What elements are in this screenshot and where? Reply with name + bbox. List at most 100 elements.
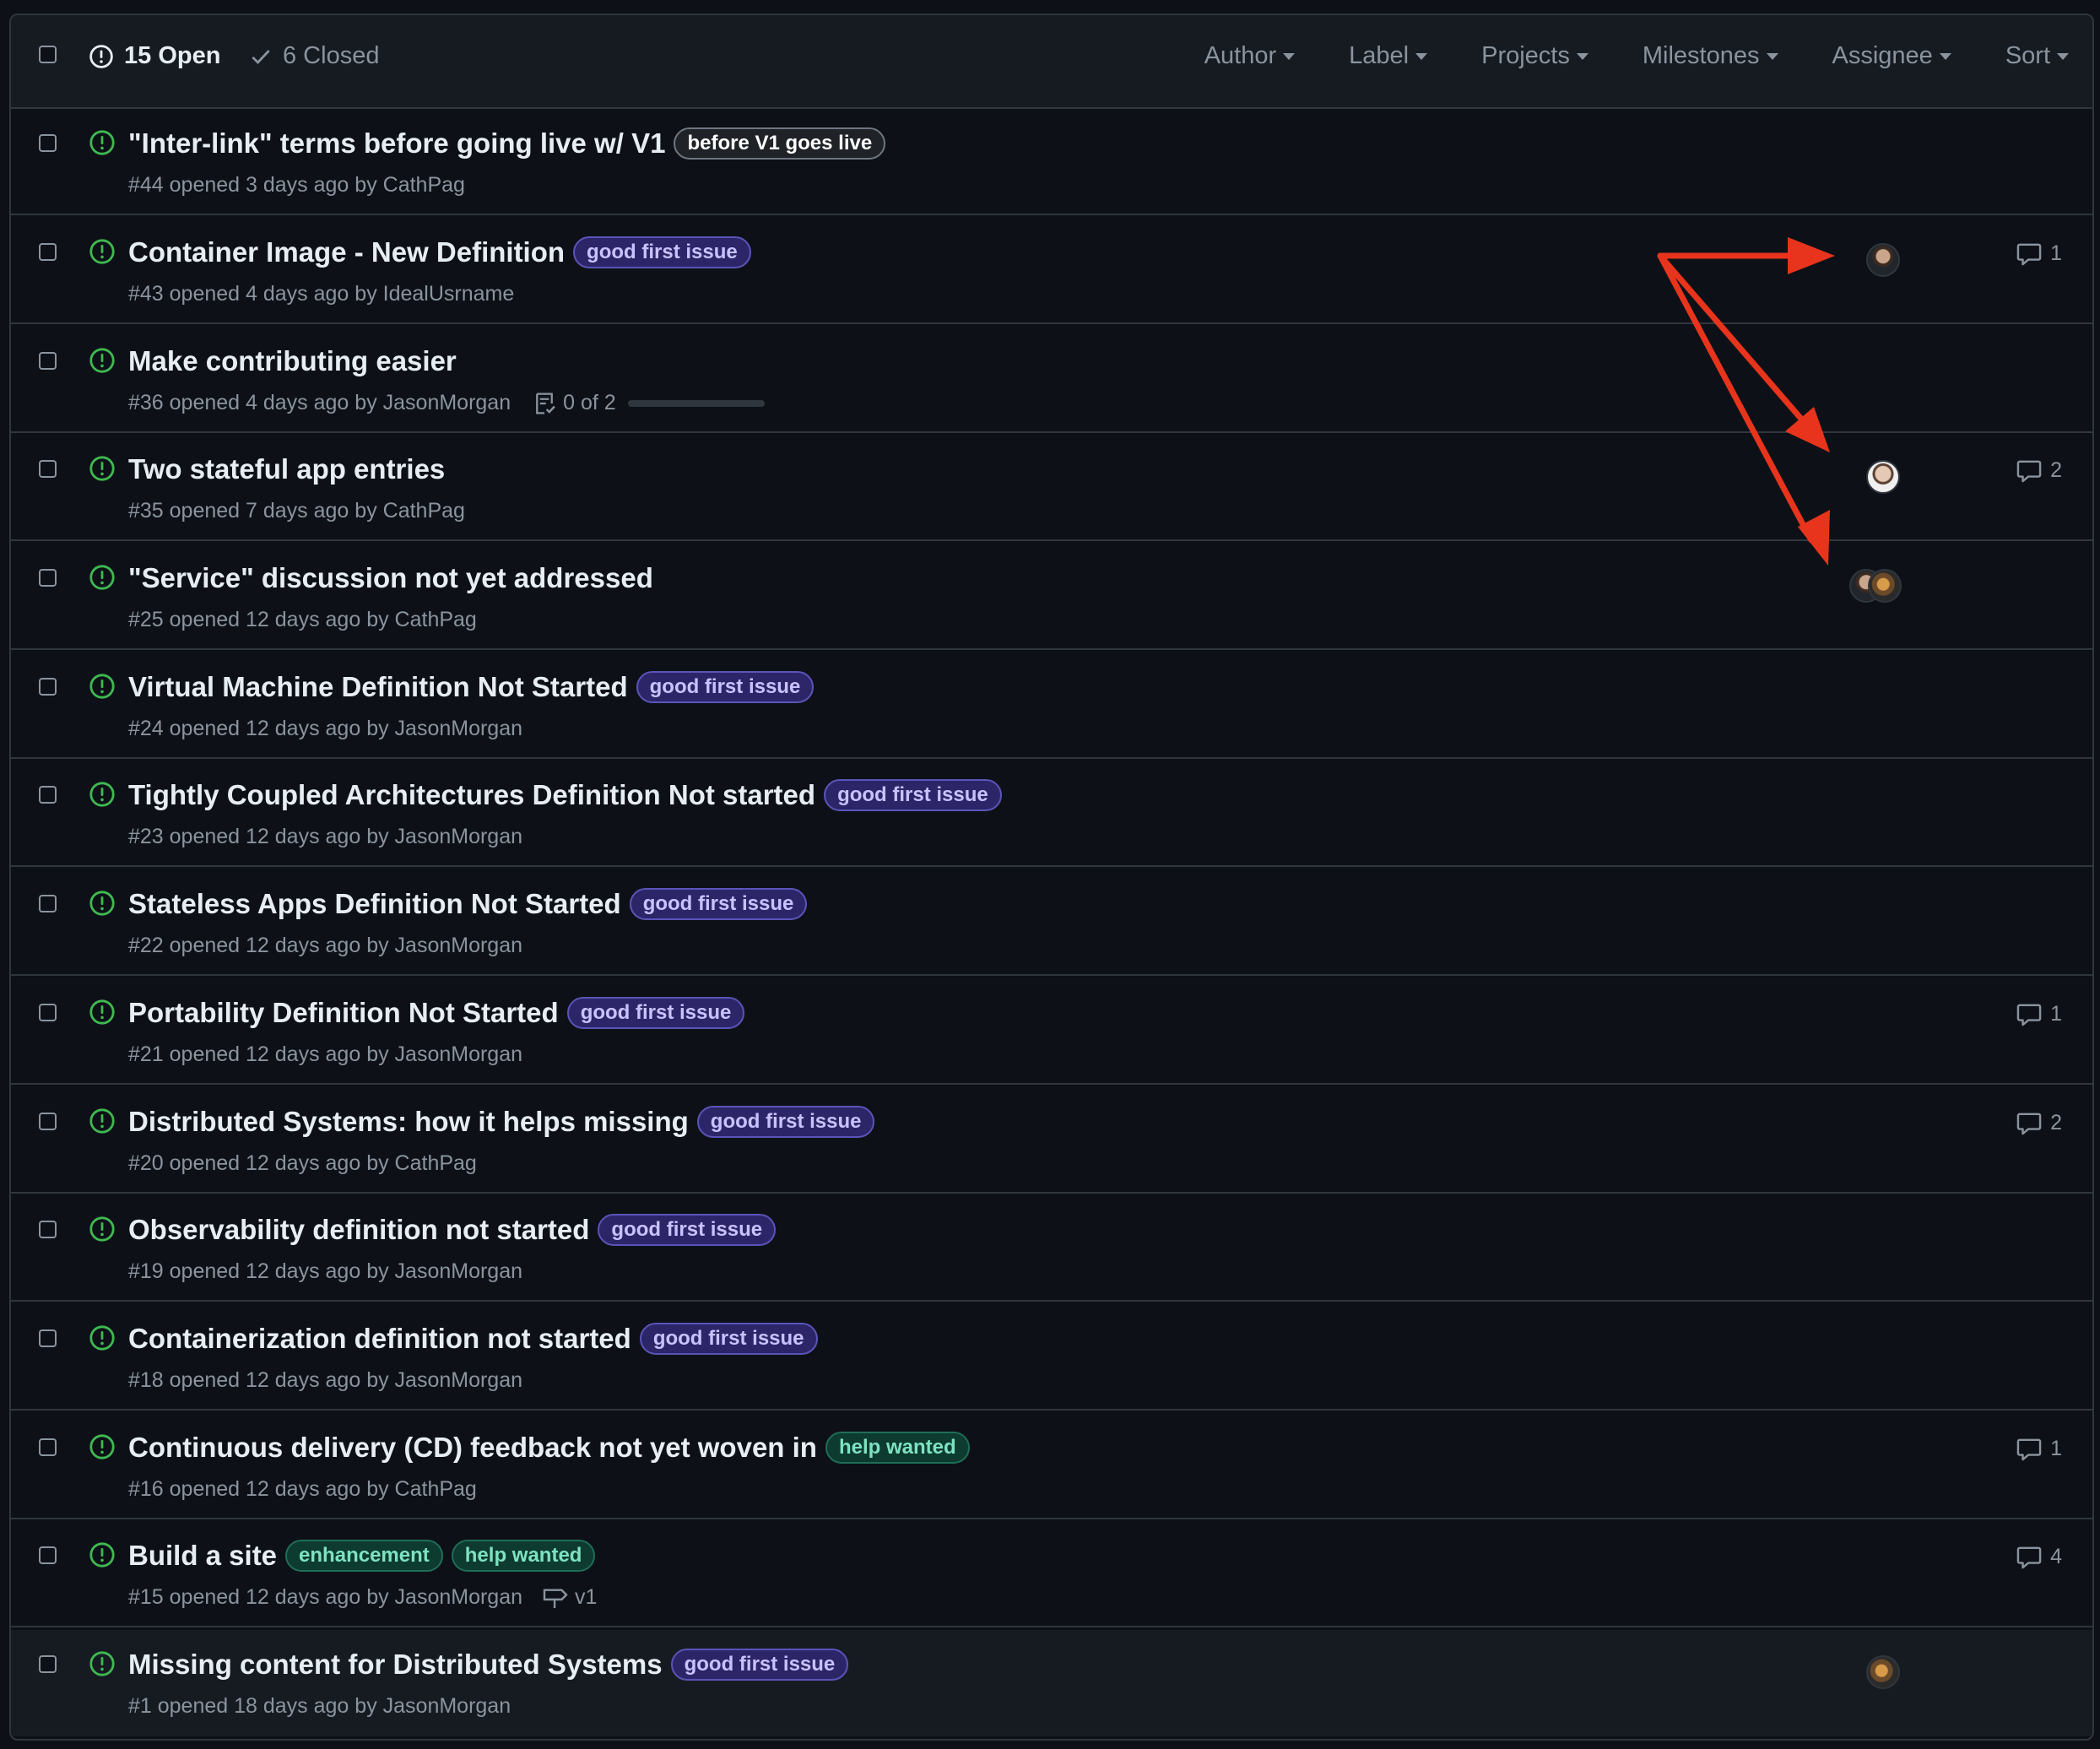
issue-checkbox[interactable] <box>39 1221 57 1238</box>
issue-title-link[interactable]: Continuous delivery (CD) feedback not ye… <box>128 1432 817 1464</box>
issue-meta-text: #23 opened 12 days ago by JasonMorgan <box>128 825 523 848</box>
caret-down-icon <box>1766 52 1778 60</box>
caret-down-icon <box>2057 52 2069 60</box>
issue-checkbox[interactable] <box>39 460 57 478</box>
issue-label[interactable]: good first issue <box>670 1649 849 1681</box>
issue-title-link[interactable]: "Inter-link" terms before going live w/ … <box>128 127 665 160</box>
issue-title-line: "Service" discussion not yet addressed <box>128 562 653 594</box>
issue-title-line: Missing content for Distributed Systems g… <box>128 1649 849 1681</box>
issue-title-link[interactable]: Tightly Coupled Architectures Definition… <box>128 779 815 811</box>
comment-count-link[interactable]: 1 <box>2016 1002 2062 1026</box>
issue-checkbox[interactable] <box>39 1546 57 1564</box>
label-filter-label: Label <box>1349 42 1410 69</box>
issue-meta-text: #24 opened 12 days ago by JasonMorgan <box>128 717 523 740</box>
issue-checkbox[interactable] <box>39 1329 57 1347</box>
issue-row: Make contributing easier #36 opened 4 day… <box>11 327 2092 433</box>
issue-title-line: Make contributing easier <box>128 345 457 377</box>
issue-meta: #20 opened 12 days ago by CathPag <box>128 1151 477 1176</box>
issue-title-link[interactable]: Container Image - New Definition <box>128 236 565 268</box>
assignee-filter[interactable]: Assignee <box>1832 42 1951 70</box>
projects-filter[interactable]: Projects <box>1481 42 1589 70</box>
comment-count-link[interactable]: 1 <box>2016 1437 2062 1461</box>
issue-label[interactable]: good first issue <box>598 1214 777 1246</box>
issue-row: Two stateful app entries #35 opened 7 day… <box>11 435 2092 541</box>
issue-title-line: Container Image - New Definition good fir… <box>128 236 751 268</box>
issue-title-link[interactable]: Missing content for Distributed Systems <box>128 1649 663 1681</box>
comment-count-link[interactable]: 4 <box>2016 1545 2062 1569</box>
issue-checkbox[interactable] <box>39 1004 57 1021</box>
issue-checkbox[interactable] <box>39 1655 57 1673</box>
assignee-avatar[interactable] <box>1866 460 1900 494</box>
issue-title-link[interactable]: Observability definition not started <box>128 1214 589 1246</box>
issue-checkbox[interactable] <box>39 134 57 152</box>
task-progress-text: 0 of 2 <box>563 391 616 414</box>
issue-checkbox[interactable] <box>39 678 57 696</box>
comment-icon <box>2016 1546 2050 1569</box>
label-filter[interactable]: Label <box>1349 42 1428 70</box>
issue-title-line: "Inter-link" terms before going live w/ … <box>128 127 886 160</box>
issue-title-link[interactable]: Portability Definition Not Started <box>128 997 559 1029</box>
issue-label[interactable]: good first issue <box>639 1323 818 1355</box>
issue-meta-text: #44 opened 3 days ago by CathPag <box>128 173 465 197</box>
issue-title-link[interactable]: Stateless Apps Definition Not Started <box>128 888 621 920</box>
issue-row: Tightly Coupled Architectures Definition… <box>11 761 2092 867</box>
issue-title-link[interactable]: Containerization definition not started <box>128 1323 631 1355</box>
issue-label[interactable]: good first issue <box>566 997 745 1029</box>
task-progress-bar <box>627 399 765 407</box>
caret-down-icon <box>1415 52 1428 60</box>
issue-title-link[interactable]: Make contributing easier <box>128 345 457 377</box>
select-all-checkbox[interactable] <box>39 46 57 63</box>
issue-open-icon <box>89 1541 116 1573</box>
issue-checkbox[interactable] <box>39 352 57 370</box>
issue-open-icon <box>89 347 116 378</box>
issue-meta: #35 opened 7 days ago by CathPag <box>128 499 465 523</box>
issue-meta: #24 opened 12 days ago by JasonMorgan <box>128 717 522 741</box>
issue-title-link[interactable]: Distributed Systems: how it helps missin… <box>128 1106 689 1138</box>
issue-label[interactable]: help wanted <box>451 1540 596 1572</box>
issue-checkbox[interactable] <box>39 786 57 804</box>
issue-label[interactable]: good first issue <box>696 1106 875 1138</box>
issue-meta: #43 opened 4 days ago by IdealUsrname <box>128 282 514 306</box>
issue-meta: #15 opened 12 days ago by JasonMorgan v1 <box>128 1585 597 1610</box>
closed-issues-tab[interactable]: 6 Closed <box>249 42 379 70</box>
assignee-avatar[interactable] <box>1868 569 1902 603</box>
issue-open-icon <box>89 129 116 160</box>
issue-label[interactable]: before V1 goes live <box>674 127 886 160</box>
issue-meta: #22 opened 12 days ago by JasonMorgan <box>128 934 522 958</box>
issue-title-link[interactable]: Two stateful app entries <box>128 453 445 485</box>
issue-title-line: Portability Definition Not Started good f… <box>128 997 745 1029</box>
issue-title-link[interactable]: "Service" discussion not yet addressed <box>128 562 653 594</box>
caret-down-icon <box>1939 52 1951 60</box>
milestones-filter[interactable]: Milestones <box>1643 42 1778 70</box>
author-filter[interactable]: Author <box>1204 42 1296 70</box>
issue-row: Virtual Machine Definition Not Started go… <box>11 652 2092 759</box>
issue-checkbox[interactable] <box>39 1438 57 1456</box>
issue-label[interactable]: good first issue <box>824 779 1002 811</box>
comment-count-link[interactable]: 2 <box>2016 458 2062 483</box>
issue-checkbox[interactable] <box>39 895 57 912</box>
sort-filter[interactable]: Sort <box>2005 42 2069 70</box>
issue-checkbox[interactable] <box>39 1113 57 1130</box>
issue-label[interactable]: good first issue <box>629 888 808 920</box>
issue-label[interactable]: help wanted <box>825 1432 970 1464</box>
issue-meta-text: #19 opened 12 days ago by JasonMorgan <box>128 1259 523 1283</box>
issue-label[interactable]: good first issue <box>573 236 751 268</box>
assignee-avatar[interactable] <box>1866 1655 1900 1689</box>
issue-title-line: Virtual Machine Definition Not Started go… <box>128 671 815 703</box>
issue-row: "Inter-link" terms before going live w/ … <box>11 109 2092 215</box>
assignee-avatar[interactable] <box>1866 243 1900 277</box>
issue-label[interactable]: enhancement <box>285 1540 443 1572</box>
issue-checkbox[interactable] <box>39 569 57 587</box>
issue-label[interactable]: good first issue <box>636 671 815 703</box>
issue-row: Distributed Systems: how it helps missin… <box>11 1087 2092 1194</box>
comment-count-link[interactable]: 1 <box>2016 241 2062 266</box>
comment-count-link[interactable]: 2 <box>2016 1111 2062 1135</box>
milestone-link[interactable]: v1 <box>543 1585 597 1610</box>
issue-title-link[interactable]: Virtual Machine Definition Not Started <box>128 671 628 703</box>
open-issues-tab[interactable]: 15 Open <box>89 42 220 70</box>
author-filter-label: Author <box>1204 42 1277 69</box>
issue-meta-text: #20 opened 12 days ago by CathPag <box>128 1151 477 1175</box>
issue-title-line: Containerization definition not started g… <box>128 1323 818 1355</box>
issue-title-link[interactable]: Build a site <box>128 1540 277 1572</box>
issue-checkbox[interactable] <box>39 243 57 261</box>
